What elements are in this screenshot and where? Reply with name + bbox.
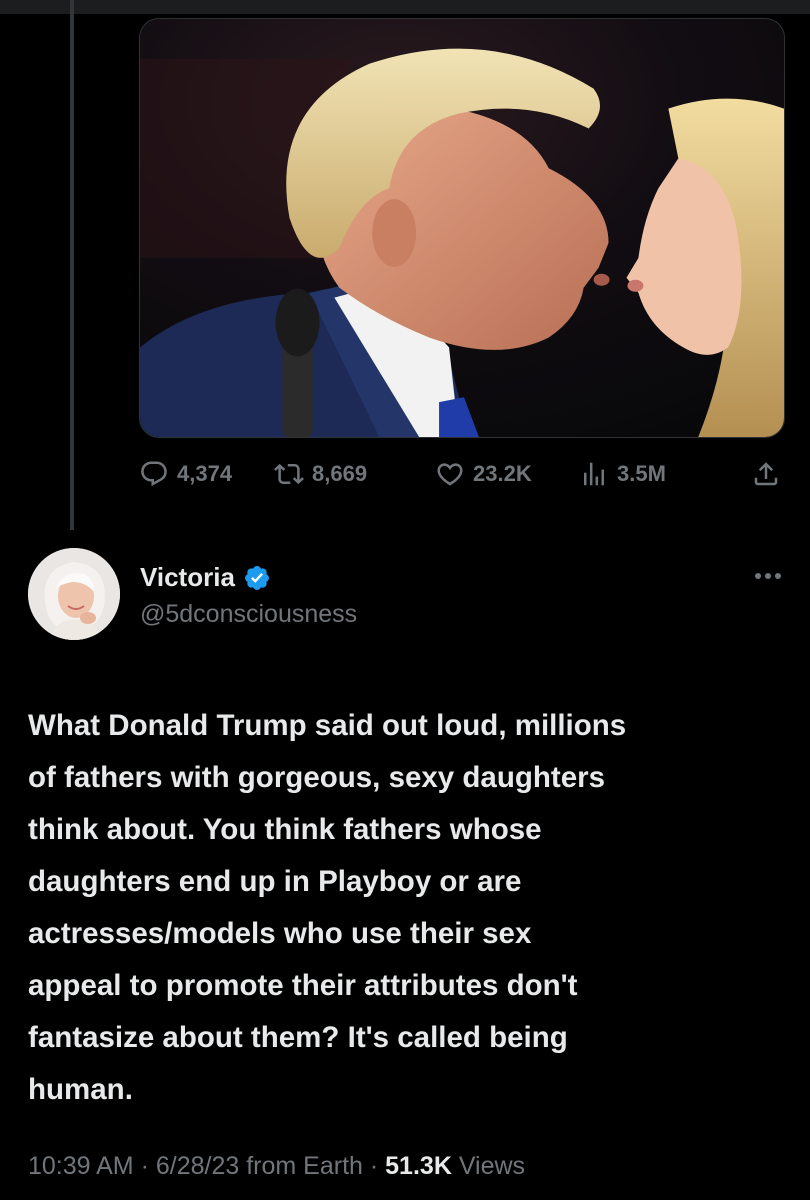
heart-icon <box>437 463 463 486</box>
share-button[interactable] <box>751 459 781 489</box>
retweet-icon <box>274 463 304 485</box>
author-name-row: Victoria <box>140 562 271 593</box>
reply-count: 4,374 <box>177 461 233 486</box>
more-options-button[interactable] <box>748 564 788 588</box>
tweet-date[interactable]: 6/28/23 <box>156 1152 239 1180</box>
tweet-time[interactable]: 10:39 AM <box>28 1152 134 1180</box>
like-count: 23.2K <box>473 461 532 486</box>
reply-button[interactable]: 4,374 <box>139 459 232 489</box>
reply-icon <box>141 461 167 487</box>
meta-separator: · <box>362 1152 386 1180</box>
thread-connector-line <box>70 0 74 530</box>
retweet-count: 8,669 <box>312 461 368 486</box>
tweet-source: from Earth <box>239 1152 363 1180</box>
author-display-name[interactable]: Victoria <box>140 562 235 593</box>
analytics-icon <box>584 462 604 486</box>
photo-icon <box>140 19 784 437</box>
more-dots-icon <box>755 573 781 579</box>
verified-badge-icon <box>243 564 271 592</box>
views-button[interactable]: 3.5M <box>579 459 666 489</box>
like-button[interactable]: 23.2K <box>435 459 532 489</box>
avatar[interactable] <box>28 548 120 640</box>
tweet-meta: 10:39 AM · 6/28/23 from Earth · 51.3K Vi… <box>28 1152 525 1181</box>
profile-photo-icon <box>28 548 120 640</box>
status-bar-fade <box>0 0 810 14</box>
tweet-text: What Donald Trump said out loud, million… <box>28 709 627 1106</box>
tweet-author: Victoria @5dconsciousness <box>28 548 788 644</box>
meta-separator: · <box>133 1152 156 1180</box>
share-icon <box>754 462 778 486</box>
tweet-views-label: Views <box>451 1152 526 1180</box>
views-count: 3.5M <box>617 461 666 486</box>
tweet-media-image[interactable] <box>139 18 785 438</box>
tweet-action-bar: 4,374 8,669 23.2K 3.5M <box>139 448 785 500</box>
retweet-button[interactable]: 8,669 <box>274 459 367 489</box>
author-handle[interactable]: @5dconsciousness <box>140 600 357 629</box>
tweet-views-count[interactable]: 51.3K <box>385 1152 452 1180</box>
